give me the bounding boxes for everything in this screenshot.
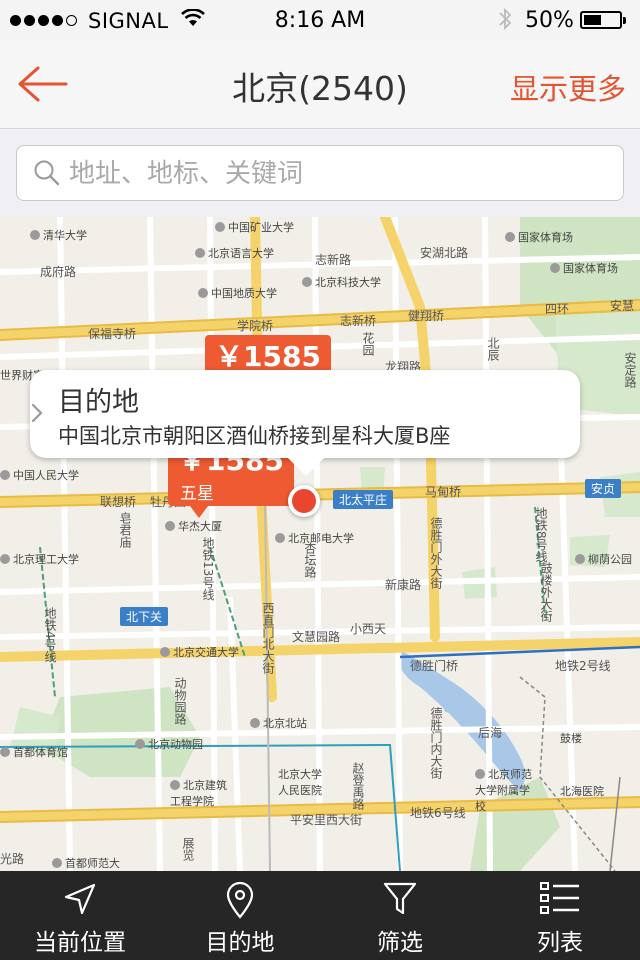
battery-percent: 50%	[525, 8, 574, 33]
battery-icon	[580, 11, 626, 29]
price-text: ￥1585	[215, 340, 321, 373]
map-label: 北京大学人民医院	[278, 768, 322, 797]
map-label: 中国矿业大学	[215, 219, 294, 235]
map-label: 北京交通大学	[160, 644, 239, 660]
tab-label: 筛选	[377, 930, 423, 956]
map-label: 志新路	[315, 253, 352, 267]
tab-label: 列表	[537, 930, 583, 956]
map-label: 中国人民大学	[0, 467, 79, 483]
map-label: 柳荫公园	[575, 551, 632, 567]
map-view[interactable]: 清华大学 中国矿业大学 国家体育场 北京语言大学 成府路 安湖北路 北京科技大学…	[0, 217, 640, 871]
tab-bar: 当前位置 目的地 筛选 列表	[0, 871, 640, 960]
list-icon	[539, 881, 581, 919]
map-label: 花园	[361, 332, 375, 356]
map-label: 北京语言大学	[195, 245, 274, 261]
map-label: 西直门北大街	[261, 602, 275, 674]
map-label: 动物园路	[173, 677, 187, 725]
map-label: 地铁8号线	[534, 507, 548, 563]
destination-pin[interactable]	[288, 485, 320, 517]
map-label: 鼓楼外大街	[539, 562, 553, 622]
map-label: 安湖北路	[420, 246, 469, 260]
map-label: 学院桥	[237, 319, 274, 333]
search-icon	[33, 159, 61, 191]
destination-callout[interactable]: 目的地 中国北京市朝阳区酒仙桥接到星科大厦B座	[30, 370, 580, 476]
map-sign: 安贞	[585, 479, 622, 498]
map-label: 小西天	[350, 622, 387, 636]
map-label: 地铁2号线	[555, 659, 611, 673]
map-label: 北辰	[486, 337, 500, 361]
show-more-button[interactable]: 显示更多	[510, 66, 626, 108]
star-rating-text: 五星	[180, 484, 214, 504]
map-label: 杏坛路	[303, 542, 317, 578]
bluetooth-icon	[498, 6, 512, 38]
map-label: 北京北站	[250, 715, 307, 731]
map-label: 赵登禹路	[351, 762, 365, 810]
map-label: 马甸桥	[425, 485, 462, 499]
map-label: 华杰大厦	[165, 518, 222, 534]
map-label: 志新桥	[340, 314, 377, 328]
map-label: 北京理工大学	[0, 551, 79, 567]
map-label: 平安里西大街	[290, 813, 363, 827]
map-sign: 北太平庄	[333, 490, 394, 509]
map-label: 安定路	[623, 352, 637, 388]
map-label: 后海	[478, 726, 503, 740]
map-label: 国家体育场	[505, 229, 573, 245]
map-label: 中国地质大学	[198, 285, 277, 301]
map-label: 联想桥	[100, 495, 137, 509]
map-label: 文慧园路	[292, 630, 341, 644]
hotel-price-tag[interactable]: ￥1585	[205, 335, 331, 387]
navigation-arrow-icon	[62, 881, 98, 921]
map-label: 德胜门桥	[410, 659, 459, 673]
tab-label: 当前位置	[34, 930, 126, 956]
tab-list[interactable]: 列表	[480, 871, 640, 960]
map-label: 北京动物园	[135, 736, 203, 752]
status-bar: SIGNAL 8:16 AM 50%	[0, 0, 640, 40]
tab-destination[interactable]: 目的地	[160, 871, 320, 960]
map-label: 国家体育场	[550, 260, 618, 276]
search-box	[16, 145, 624, 201]
map-label: 首都师范大	[52, 855, 120, 871]
map-label: 德胜门外大街	[429, 517, 443, 589]
search-bar	[0, 129, 640, 217]
tab-filter[interactable]: 筛选	[320, 871, 480, 960]
map-label: 成府路	[40, 265, 77, 279]
search-input[interactable]	[67, 154, 611, 194]
chevron-right-icon	[31, 403, 43, 423]
map-label: 健翔桥	[408, 309, 445, 323]
filter-funnel-icon	[383, 881, 417, 921]
map-label: 地铁6号线	[410, 806, 466, 820]
map-label: 保福寺桥	[88, 327, 137, 341]
callout-address: 中国北京市朝阳区酒仙桥接到星科大厦B座	[58, 424, 451, 448]
map-sign: 北下关	[120, 607, 169, 626]
map-label: 地铁13号线	[201, 537, 215, 601]
map-label: 皂君庙	[118, 512, 132, 548]
callout-pointer	[286, 456, 326, 476]
map-label: 展览	[181, 837, 195, 861]
map-label: 北京科技大学	[302, 274, 381, 290]
map-label: 首都体育馆	[0, 744, 68, 760]
map-label: 光路	[0, 852, 25, 866]
tab-current-location[interactable]: 当前位置	[0, 871, 160, 960]
navigation-bar: 北京(2540) 显示更多	[0, 40, 640, 129]
callout-title: 目的地	[58, 387, 139, 418]
map-label: 德胜门内大街	[429, 707, 443, 779]
map-label: 四环	[545, 302, 570, 316]
map-label: 北京建筑工程学院	[170, 777, 234, 809]
location-pin-icon	[225, 881, 255, 923]
map-label: 地铁4号线	[43, 607, 57, 663]
map-label: 安慧	[610, 299, 635, 313]
map-label: 鼓楼	[560, 732, 582, 745]
tab-label: 目的地	[205, 930, 275, 956]
map-label: 新康路	[385, 578, 422, 592]
map-label: 北海医院	[560, 785, 604, 798]
map-label: 北京师范大学附属学校	[475, 766, 537, 814]
map-label: 清华大学	[30, 227, 87, 243]
